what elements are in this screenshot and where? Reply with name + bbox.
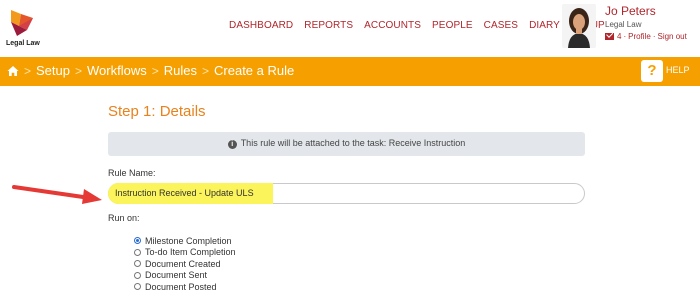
breadcrumb-rules[interactable]: Rules [164,63,197,78]
nav-accounts[interactable]: ACCOUNTS [364,20,421,31]
run-on-label: Run on: [108,213,140,223]
app-header: Legal Law DASHBOARD REPORTS ACCOUNTS PEO… [0,0,700,56]
breadcrumb-separator: > [24,63,32,78]
nav-people[interactable]: PEOPLE [432,20,473,31]
home-icon[interactable] [7,65,19,77]
breadcrumb-bar: > Setup > Workflows > Rules > Create a R… [0,57,700,86]
radio-label: To-do Item Completion [145,247,236,258]
radio-option-todo-item-completion[interactable]: To-do Item Completion [134,247,236,259]
radio-icon[interactable] [134,271,141,279]
nav-cases[interactable]: CASES [484,20,518,31]
rule-name-value[interactable]: Instruction Received - Update ULS [115,188,254,198]
signout-link[interactable]: Sign out [657,32,686,41]
info-alert: i This rule will be attached to the task:… [108,132,585,156]
link-separator: · [623,32,627,41]
radio-option-document-sent[interactable]: Document Sent [134,270,236,282]
radio-option-document-created[interactable]: Document Created [134,258,236,270]
rule-name-label: Rule Name: [108,168,156,178]
avatar[interactable] [562,4,596,48]
logo-mark-icon [11,10,33,36]
radio-selected-icon[interactable] [134,237,141,245]
radio-label: Document Posted [145,281,217,292]
app-logo[interactable]: Legal Law [6,8,42,50]
breadcrumb-separator: > [202,63,210,78]
radio-label: Milestone Completion [145,235,232,246]
radio-icon[interactable] [134,260,141,268]
profile-link[interactable]: Profile [628,32,651,41]
help-button[interactable]: ? [641,60,663,82]
mail-icon[interactable] [605,33,614,40]
breadcrumb-setup[interactable]: Setup [36,63,70,78]
breadcrumb-create-rule: Create a Rule [214,63,295,78]
page-title: Step 1: Details [108,103,206,120]
radio-icon[interactable] [134,248,141,256]
radio-option-milestone-completion[interactable]: Milestone Completion [134,235,236,247]
link-separator: · [652,32,656,41]
nav-reports[interactable]: REPORTS [304,20,353,31]
user-links: 4 · Profile · Sign out [605,32,687,41]
info-icon: i [227,140,237,149]
annotation-arrow-icon [12,185,102,204]
radio-option-document-posted[interactable]: Document Posted [134,281,236,293]
radio-label: Document Sent [145,270,208,281]
user-photo-icon [562,4,596,48]
breadcrumb-separator: > [151,63,159,78]
breadcrumb-separator: > [75,63,83,78]
mail-count[interactable]: 4 [617,32,621,41]
radio-label: Document Created [145,258,221,269]
breadcrumb-workflows[interactable]: Workflows [87,63,147,78]
run-on-options: Milestone Completion To-do Item Completi… [134,235,236,293]
help-label[interactable]: HELP [666,65,690,75]
nav-diary[interactable]: DIARY [529,20,560,31]
breadcrumb: > Setup > Workflows > Rules > Create a R… [7,63,294,78]
main-nav: DASHBOARD REPORTS ACCOUNTS PEOPLE CASES … [229,20,616,31]
logo-text: Legal Law [6,40,40,47]
radio-icon[interactable] [134,283,141,291]
user-name[interactable]: Jo Peters [605,4,656,18]
user-organisation: Legal Law [605,20,642,29]
nav-dashboard[interactable]: DASHBOARD [229,20,293,31]
info-text: This rule will be attached to the task: … [240,138,466,148]
